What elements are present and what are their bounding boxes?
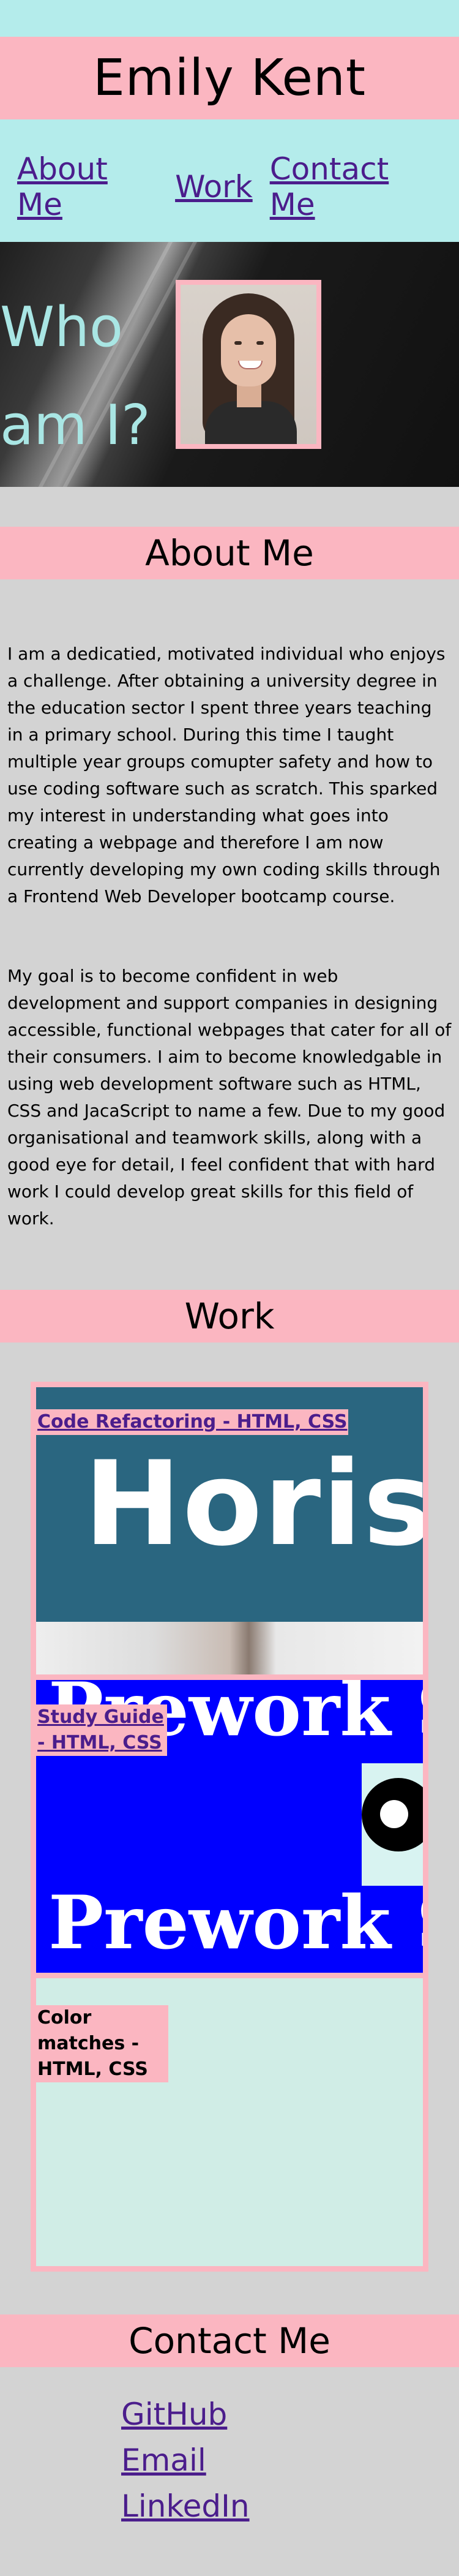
nav-link-about-me[interactable]: About Me <box>17 139 158 222</box>
about-paragraph-1: I am a dedicatied, motivated individual … <box>7 644 446 906</box>
hero-heading: Who am I? <box>0 279 151 475</box>
project-preview-text-repeat: Prework St <box>48 1880 423 1966</box>
profile-photo-frame <box>176 280 321 449</box>
work-gallery: Horise Code Refactoring - HTML, CSS Prew… <box>31 1382 428 2272</box>
project-card-study-guide[interactable]: Prework St Prework St Study Guide - HTML… <box>36 1680 423 1973</box>
project-preview-text: Horise <box>84 1436 423 1572</box>
work-heading-bar: Work <box>0 1290 459 1343</box>
contact-heading: Contact Me <box>129 2320 330 2362</box>
project-label: Study Guide - HTML, CSS <box>36 1704 167 1756</box>
hero-heading-line-2: am I? <box>0 393 151 458</box>
contact-heading-bar: Contact Me <box>0 2314 459 2367</box>
about-text: I am a dedicatied, motivated individual … <box>0 579 459 1232</box>
about-paragraph-2: My goal is to become confident in web de… <box>7 966 452 1229</box>
contact-link-linkedin[interactable]: LinkedIn <box>121 2484 459 2529</box>
github-cat-icon-face <box>380 1800 408 1828</box>
project-label: Code Refactoring - HTML, CSS <box>36 1409 349 1435</box>
contact-link-email[interactable]: Email <box>121 2438 459 2484</box>
contact-link-github[interactable]: GitHub <box>121 2392 459 2438</box>
top-band <box>0 0 459 37</box>
project-card-code-refactoring[interactable]: Horise Code Refactoring - HTML, CSS <box>36 1387 423 1674</box>
hero-heading-line-1: Who <box>0 295 124 360</box>
project-link-study-guide[interactable]: Study Guide - HTML, CSS <box>37 1706 164 1753</box>
project-card-color-matches[interactable]: Color matches - HTML, CSS <box>36 1978 423 2266</box>
about-heading: About Me <box>145 532 314 574</box>
project-link-code-refactoring[interactable]: Code Refactoring - HTML, CSS <box>37 1411 347 1433</box>
contact-section: Contact Me GitHub Email LinkedIn <box>0 2314 459 2529</box>
page-title: Emily Kent <box>92 49 367 107</box>
nav-link-work[interactable]: Work <box>175 157 253 205</box>
project-preview-bottom <box>36 1622 423 1674</box>
work-heading: Work <box>184 1295 275 1337</box>
about-section: About Me I am a dedicatied, motivated in… <box>0 527 459 1232</box>
name-banner: Emily Kent <box>0 37 459 119</box>
hero-banner: Who am I? <box>0 242 459 487</box>
work-section: Work Horise Code Refactoring - HTML, CSS… <box>0 1290 459 2272</box>
contact-links: GitHub Email LinkedIn <box>0 2367 459 2529</box>
project-label: Color matches - HTML, CSS <box>36 2005 168 2082</box>
profile-photo <box>181 285 316 444</box>
about-heading-bar: About Me <box>0 527 459 579</box>
nav-link-contact-me[interactable]: Contact Me <box>270 139 438 222</box>
main-nav: About Me Work Contact Me <box>0 119 459 242</box>
